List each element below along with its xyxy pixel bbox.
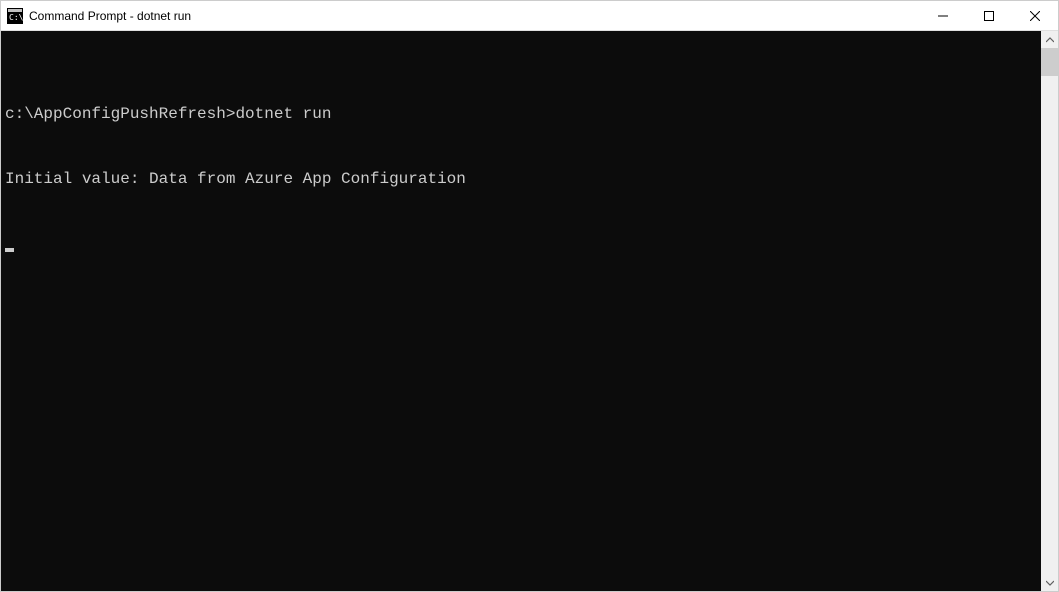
prompt-line: c:\AppConfigPushRefresh>dotnet run	[1, 104, 1041, 126]
window-controls	[920, 1, 1058, 30]
maximize-button[interactable]	[966, 1, 1012, 30]
terminal-cursor	[5, 248, 14, 252]
cmd-icon: C:\	[7, 8, 23, 24]
command-text: dotnet run	[235, 105, 331, 123]
window-titlebar[interactable]: C:\ Command Prompt - dotnet run	[1, 1, 1058, 31]
scroll-down-button[interactable]	[1041, 574, 1058, 591]
vertical-scrollbar[interactable]	[1041, 31, 1058, 591]
chevron-up-icon	[1046, 36, 1054, 44]
chevron-down-icon	[1046, 579, 1054, 587]
minimize-icon	[938, 11, 948, 21]
svg-text:C:\: C:\	[9, 13, 23, 22]
close-button[interactable]	[1012, 1, 1058, 30]
maximize-icon	[984, 11, 994, 21]
terminal-output[interactable]: c:\AppConfigPushRefresh>dotnet run Initi…	[1, 31, 1041, 591]
scroll-thumb[interactable]	[1041, 48, 1058, 76]
scroll-track[interactable]	[1041, 48, 1058, 574]
minimize-button[interactable]	[920, 1, 966, 30]
prompt-path: c:\AppConfigPushRefresh>	[5, 105, 235, 123]
terminal-container: c:\AppConfigPushRefresh>dotnet run Initi…	[1, 31, 1058, 591]
output-line: Initial value: Data from Azure App Confi…	[1, 169, 1041, 191]
cursor-line	[1, 234, 1041, 256]
close-icon	[1030, 11, 1040, 21]
window-title: Command Prompt - dotnet run	[29, 9, 920, 23]
scroll-up-button[interactable]	[1041, 31, 1058, 48]
